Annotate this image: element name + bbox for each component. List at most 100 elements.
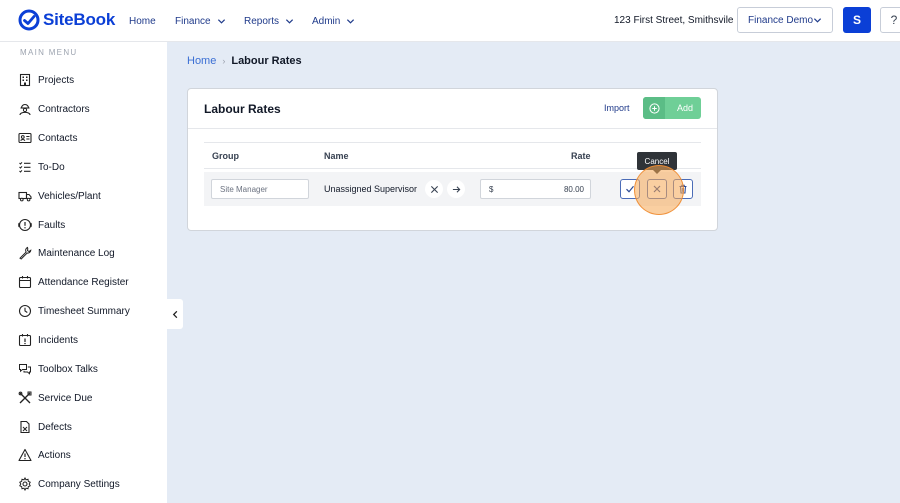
column-header-group: Group — [212, 151, 239, 161]
nav-finance-menu[interactable]: Finance — [175, 0, 226, 42]
group-input[interactable]: Site Manager — [211, 179, 309, 199]
trash-icon — [679, 184, 687, 194]
chevron-down-icon — [217, 18, 225, 24]
close-icon — [430, 185, 438, 193]
add-icon-wrap — [643, 97, 665, 119]
breadcrumb-current: Labour Rates — [231, 55, 302, 67]
select-name-button[interactable] — [447, 180, 465, 198]
sidebar-item-label: Actions — [38, 449, 71, 461]
sidebar-item-timesheet-summary[interactable]: Timesheet Summary — [18, 302, 130, 320]
sidebar-item-attendance-register[interactable]: Attendance Register — [18, 273, 129, 291]
sidebar-item-maintenance-log[interactable]: Maintenance Log — [18, 244, 115, 262]
clock-icon — [18, 304, 32, 318]
sidebar-collapse-button[interactable] — [167, 299, 183, 329]
card-header: Labour Rates Import Add — [188, 89, 717, 129]
nav-admin-menu[interactable]: Admin — [312, 0, 355, 42]
nav-reports-menu[interactable]: Reports — [244, 0, 294, 42]
gear-icon — [19, 477, 31, 491]
user-menu-button[interactable]: S — [843, 7, 871, 33]
sidebar-title: MAIN MENU — [20, 48, 78, 57]
calendar-icon — [18, 276, 32, 289]
table-header-divider — [204, 168, 701, 169]
nav-home[interactable]: Home — [129, 0, 156, 42]
sidebar-item-contractors[interactable]: Contractors — [18, 100, 90, 118]
group-input-value: Site Manager — [220, 184, 268, 194]
help-icon: ? — [890, 13, 898, 27]
top-navigation-bar: SiteBook Home Finance Reports Admin 123 … — [0, 0, 900, 42]
close-icon — [653, 185, 661, 193]
site-address: 123 First Street, Smithsvile — [614, 15, 734, 26]
delete-row-button[interactable] — [673, 179, 693, 199]
document-icon — [20, 420, 30, 434]
sidebar-item-actions[interactable]: Actions — [18, 446, 71, 464]
breadcrumb-home-link[interactable]: Home — [187, 55, 216, 67]
sidebar-item-label: Timesheet Summary — [38, 305, 130, 317]
sidebar-item-company-settings[interactable]: Company Settings — [18, 475, 120, 493]
chevron-left-icon — [172, 310, 177, 318]
sidebar-item-to-do[interactable]: To-Do — [18, 158, 65, 176]
add-button[interactable]: Add — [643, 97, 701, 119]
column-header-name: Name — [324, 151, 349, 161]
chevron-down-icon — [347, 18, 355, 24]
sidebar-item-faults[interactable]: Faults — [18, 216, 65, 234]
tooltip-text: Cancel — [644, 156, 670, 166]
help-button[interactable]: ? — [880, 7, 900, 33]
chevron-down-icon — [813, 18, 822, 23]
rate-input[interactable]: $ 80.00 — [480, 179, 591, 199]
chat-icon — [19, 364, 31, 375]
contact-card-icon — [18, 132, 32, 144]
plus-circle-icon — [648, 102, 660, 114]
cancel-row-button[interactable] — [647, 179, 667, 199]
clear-name-button[interactable] — [425, 180, 443, 198]
company-selector-label: Finance Demo — [748, 14, 814, 26]
page-title: Labour Rates — [204, 102, 281, 116]
sidebar-item-vehicles-plant[interactable]: Vehicles/Plant — [18, 187, 101, 205]
sidebar-item-label: Vehicles/Plant — [38, 190, 101, 202]
sidebar-item-defects[interactable]: Defects — [18, 418, 72, 436]
arrow-right-icon — [452, 185, 460, 193]
sidebar-item-label: Attendance Register — [38, 276, 129, 288]
fault-icon — [18, 218, 32, 232]
sidebar: MAIN MENU Projects Contractors Contacts … — [0, 42, 167, 503]
sitebook-logo-icon — [18, 9, 40, 31]
currency-symbol: $ — [489, 184, 494, 194]
rate-input-value: 80.00 — [563, 184, 584, 194]
worker-icon — [19, 103, 31, 116]
sidebar-item-projects[interactable]: Projects — [18, 71, 74, 89]
breadcrumb-separator: › — [222, 56, 226, 66]
building-icon — [19, 73, 31, 87]
name-value: Unassigned Supervisor — [324, 184, 418, 194]
wrench-icon — [19, 246, 32, 260]
sidebar-item-label: Projects — [38, 74, 75, 86]
nav-home-label: Home — [129, 15, 156, 27]
sidebar-item-label: Incidents — [38, 334, 79, 346]
sidebar-item-label: Service Due — [38, 392, 93, 404]
truck-icon — [18, 191, 32, 202]
sidebar-item-incidents[interactable]: Incidents — [18, 331, 78, 349]
sidebar-item-label: To-Do — [38, 161, 65, 173]
save-row-button[interactable] — [620, 179, 640, 199]
nav-reports-label: Reports — [244, 15, 280, 27]
user-initial: S — [852, 13, 861, 27]
sidebar-item-label: Company Settings — [38, 478, 120, 490]
company-selector[interactable]: Finance Demo — [737, 7, 833, 33]
sidebar-item-label: Defects — [38, 421, 72, 433]
sidebar-item-service-due[interactable]: Service Due — [18, 389, 92, 407]
sidebar-item-label: Contractors — [38, 103, 90, 115]
sidebar-item-toolbox-talks[interactable]: Toolbox Talks — [18, 360, 98, 378]
checklist-icon — [19, 161, 31, 173]
app-logo[interactable]: SiteBook — [18, 9, 115, 31]
sidebar-item-contacts[interactable]: Contacts — [18, 129, 77, 147]
tooltip-arrow — [653, 170, 661, 174]
add-button-label: Add — [677, 103, 694, 113]
nav-finance-label: Finance — [175, 15, 211, 27]
nav-admin-label: Admin — [312, 15, 341, 27]
import-button[interactable]: Import — [604, 103, 630, 113]
incident-icon — [18, 334, 32, 347]
chevron-down-icon — [285, 18, 294, 24]
breadcrumb: Home › Labour Rates — [187, 55, 302, 67]
sidebar-item-label: Maintenance Log — [38, 247, 115, 259]
table-top-divider — [204, 142, 701, 143]
warning-icon — [18, 448, 32, 462]
sidebar-item-label: Contacts — [38, 132, 78, 144]
